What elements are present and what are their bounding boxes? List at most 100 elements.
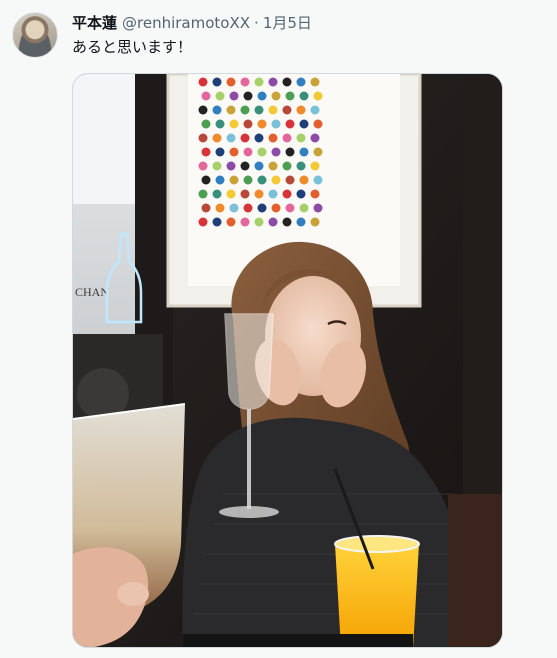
painting-dot — [229, 203, 239, 213]
painting-dot — [257, 147, 267, 157]
painting-dot — [240, 189, 250, 199]
painting-dot — [268, 105, 278, 115]
painting-dot — [299, 147, 309, 157]
painting-dot — [285, 91, 295, 101]
painting-dot — [310, 217, 320, 227]
painting-dot — [201, 147, 211, 157]
painting-dot — [282, 161, 292, 171]
painting-dot — [229, 91, 239, 101]
painting-dot — [215, 203, 225, 213]
painting-dot — [243, 203, 253, 213]
painting-dot — [285, 175, 295, 185]
photo-illustration: CHAN — [73, 74, 502, 647]
painting-dot — [313, 91, 323, 101]
painting-dot — [215, 147, 225, 157]
painting-dot — [212, 189, 222, 199]
painting-dot — [285, 119, 295, 129]
painting-dot — [198, 77, 208, 87]
painting-dot — [198, 133, 208, 143]
painting-dot — [198, 217, 208, 227]
painting-dot — [285, 203, 295, 213]
painting-dot — [201, 119, 211, 129]
painting-dot — [198, 161, 208, 171]
tweet-card[interactable]: 平本蓮 @renhiramotoXX · 1月5日 あると思います！ CHAN — [0, 0, 557, 658]
painting-dot — [254, 133, 264, 143]
painting-dot — [271, 147, 281, 157]
painting-dot — [271, 119, 281, 129]
painting-dot — [229, 119, 239, 129]
painting-dot — [310, 133, 320, 143]
painting-dot — [243, 175, 253, 185]
painting-dot — [271, 175, 281, 185]
painting-dot — [212, 105, 222, 115]
sign-text: CHAN — [75, 285, 109, 299]
painting-dot — [254, 105, 264, 115]
painting-dot — [254, 161, 264, 171]
painting-dot — [226, 77, 236, 87]
painting-dot — [268, 77, 278, 87]
author-handle[interactable]: @renhiramotoXX — [122, 13, 250, 33]
painting-dot — [229, 175, 239, 185]
painting-dot — [313, 147, 323, 157]
separator-dot: · — [254, 14, 259, 32]
painting-dot — [296, 217, 306, 227]
painting-dot — [257, 203, 267, 213]
painting-dot — [296, 133, 306, 143]
painting-dot — [212, 217, 222, 227]
painting-dot — [240, 105, 250, 115]
tweet-header: 平本蓮 @renhiramotoXX · 1月5日 — [72, 12, 312, 34]
painting-dot — [282, 77, 292, 87]
painting-dot — [271, 203, 281, 213]
painting-dot — [313, 203, 323, 213]
tweet-photo[interactable]: CHAN — [72, 73, 503, 648]
painting-dot — [240, 77, 250, 87]
painting-dot — [310, 105, 320, 115]
painting-dot — [271, 91, 281, 101]
painting-dot — [243, 147, 253, 157]
tweet-date[interactable]: 1月5日 — [263, 13, 312, 33]
painting-dot — [243, 119, 253, 129]
painting-dot — [201, 203, 211, 213]
painting-dot — [254, 77, 264, 87]
painting-dot — [282, 133, 292, 143]
painting-dot — [268, 161, 278, 171]
painting-dot — [215, 91, 225, 101]
painting-dot — [229, 147, 239, 157]
painting-dot — [310, 189, 320, 199]
painting-dot — [282, 217, 292, 227]
painting-dot — [212, 133, 222, 143]
painting-dot — [215, 175, 225, 185]
painting-dot — [226, 189, 236, 199]
painting-dot — [198, 189, 208, 199]
painting-dot — [296, 161, 306, 171]
painting-dot — [282, 189, 292, 199]
painting-dot — [212, 161, 222, 171]
painting-dot — [268, 133, 278, 143]
painting-dot — [285, 147, 295, 157]
painting-dot — [226, 133, 236, 143]
painting-dot — [310, 77, 320, 87]
tweet-text: あると思います！ — [72, 38, 193, 56]
painting-dot — [282, 105, 292, 115]
painting-dot — [296, 189, 306, 199]
painting-dot — [254, 217, 264, 227]
painting-dot — [226, 217, 236, 227]
painting-dot — [310, 161, 320, 171]
painting-dot — [201, 91, 211, 101]
painting-dot — [268, 217, 278, 227]
painting-dot — [268, 189, 278, 199]
painting-dot — [296, 105, 306, 115]
painting-dot — [299, 119, 309, 129]
painting-dot — [240, 161, 250, 171]
painting-dot — [240, 217, 250, 227]
painting-dot — [212, 77, 222, 87]
painting-dot — [201, 175, 211, 185]
author-name[interactable]: 平本蓮 — [72, 13, 117, 33]
painting-dot — [226, 105, 236, 115]
painting-dot — [198, 105, 208, 115]
author-avatar[interactable] — [12, 12, 58, 58]
painting-dot — [243, 91, 253, 101]
painting-dot — [313, 175, 323, 185]
painting-dot — [313, 119, 323, 129]
painting-dot — [299, 175, 309, 185]
